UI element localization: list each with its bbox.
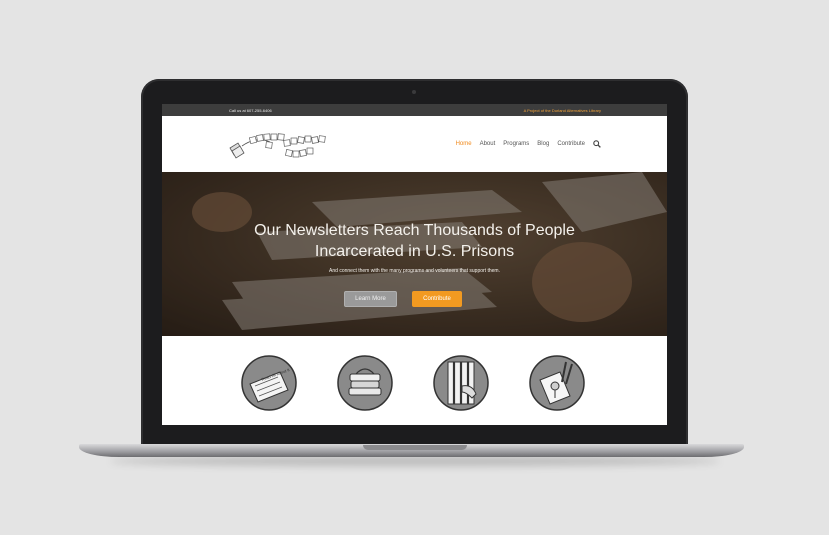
books-icon[interactable]	[336, 354, 394, 412]
call-us-text: Call us at 607-255-6406	[229, 107, 272, 113]
nav-home[interactable]: Home	[456, 141, 472, 147]
hero-subtitle: And connect them with the many programs …	[329, 268, 500, 274]
features-section: Read All About It	[162, 336, 667, 425]
laptop-notch	[363, 445, 467, 450]
hero-title: Our Newsletters Reach Thousands of Peopl…	[162, 220, 667, 262]
newspaper-icon[interactable]: Read All About It	[240, 354, 298, 412]
learn-more-button[interactable]: Learn More	[344, 291, 397, 307]
screen: Call us at 607-255-6406 A Project of the…	[162, 104, 667, 425]
top-bar: Call us at 607-255-6406 A Project of the…	[162, 104, 667, 116]
site-logo[interactable]	[226, 128, 338, 164]
nav-about[interactable]: About	[480, 141, 496, 147]
camera-icon	[412, 90, 416, 94]
hero-title-line2: Incarcerated in U.S. Prisons	[314, 243, 515, 260]
site-header: Home About Programs Blog Contribute	[162, 116, 667, 172]
laptop-shadow	[110, 456, 720, 466]
nav-contribute[interactable]: Contribute	[557, 141, 585, 147]
hero-title-line1: Our Newsletters Reach Thousands of Peopl…	[254, 222, 575, 239]
project-text[interactable]: A Project of the Durland Alternatives Li…	[524, 108, 601, 113]
prison-bars-icon[interactable]	[432, 354, 490, 412]
art-supplies-icon[interactable]	[528, 354, 586, 412]
search-icon[interactable]	[593, 140, 601, 148]
hero-banner: Our Newsletters Reach Thousands of Peopl…	[162, 172, 667, 336]
contribute-button[interactable]: Contribute	[412, 291, 462, 307]
main-nav: Home About Programs Blog Contribute	[456, 140, 601, 148]
nav-blog[interactable]: Blog	[537, 141, 549, 147]
nav-programs[interactable]: Programs	[503, 141, 529, 147]
